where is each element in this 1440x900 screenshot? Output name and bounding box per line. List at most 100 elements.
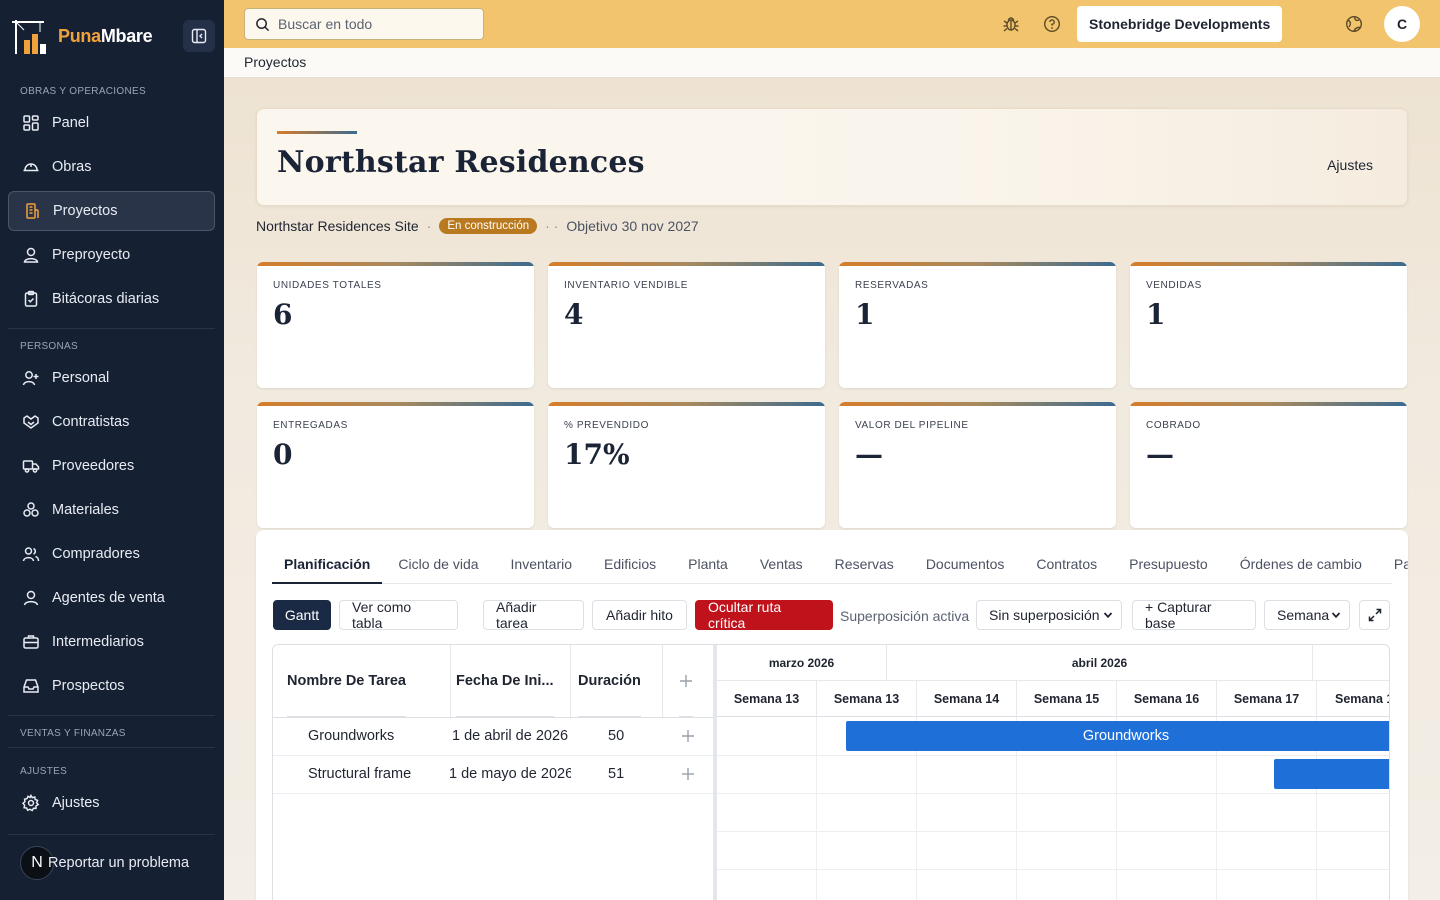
project-settings-link[interactable]: Ajustes	[1327, 157, 1373, 173]
sidebar-item-contratistas[interactable]: Contratistas	[8, 402, 215, 442]
sidebar-item-personal[interactable]: Personal	[8, 358, 215, 398]
tab-ordenes-de-cambio[interactable]: Órdenes de cambio	[1224, 552, 1378, 584]
plus-icon	[680, 674, 692, 687]
scale-select[interactable]: Semana	[1264, 600, 1350, 630]
collapse-sidebar-button[interactable]	[183, 20, 215, 52]
topbar: Buscar en todo Stonebridge Developments …	[224, 0, 1440, 48]
sidebar-item-preproyecto[interactable]: Preproyecto	[8, 235, 215, 275]
tab-inventario[interactable]: Inventario	[495, 552, 588, 584]
sidebar-item-ajustes[interactable]: Ajustes	[8, 783, 215, 823]
timeline-week: Semana 16	[1117, 681, 1217, 717]
brand-name-part1: Puna	[58, 25, 101, 46]
tab-ciclo-de-vida[interactable]: Ciclo de vida	[382, 552, 494, 584]
sidebar-item-proyectos[interactable]: Proyectos	[8, 191, 215, 231]
stat-value: 1	[1146, 298, 1166, 331]
sidebar-item-panel[interactable]: Panel	[8, 103, 215, 143]
sidebar-collapse-icon	[191, 28, 207, 44]
tab-reservas[interactable]: Reservas	[819, 552, 910, 584]
sidebar-item-label: Ajustes	[52, 795, 100, 811]
table-row[interactable]: Structural frame 1 de mayo de 2026 51	[273, 756, 713, 794]
sidebar-item-label: Proyectos	[53, 203, 118, 219]
sidebar-item-label: Proveedores	[52, 458, 135, 474]
add-column-button[interactable]	[679, 645, 693, 717]
gantt-view-button[interactable]: Gantt	[273, 600, 331, 630]
page-title: Northstar Residences	[277, 145, 645, 180]
add-milestone-button[interactable]: Añadir hito	[592, 600, 687, 630]
capture-baseline-button[interactable]: + Capturar base	[1132, 599, 1256, 631]
global-search[interactable]: Buscar en todo	[244, 8, 484, 40]
tab-ventas[interactable]: Ventas	[744, 552, 819, 584]
tab-contratos[interactable]: Contratos	[1020, 552, 1113, 584]
timeline-week: Semana 13	[717, 681, 817, 717]
tab-edificios[interactable]: Edificios	[588, 552, 672, 584]
brand-logo[interactable]: PunaMbare	[10, 16, 153, 56]
stat-label: ENTREGADAS	[273, 420, 348, 431]
task-bar-structural-frame[interactable]	[1274, 759, 1389, 789]
add-task-button[interactable]: Añadir tarea	[483, 599, 584, 631]
scale-select-value: Semana	[1277, 607, 1330, 623]
add-subtask-button[interactable]	[681, 729, 695, 747]
tab-documentos[interactable]: Documentos	[910, 552, 1021, 584]
company-switcher-button[interactable]: Stonebridge Developments	[1077, 6, 1283, 42]
breadcrumb-bar: Proyectos	[224, 48, 1440, 78]
sidebar-item-compradores[interactable]: Compradores	[8, 534, 215, 574]
stat-card-accent	[1130, 262, 1407, 266]
tab-presupuesto[interactable]: Presupuesto	[1113, 552, 1224, 584]
column-header-start-date[interactable]: Fecha De Ini...	[456, 645, 554, 717]
fullscreen-button[interactable]	[1359, 600, 1390, 630]
stat-card-pipeline-value: VALOR DEL PIPELINE —	[839, 402, 1116, 528]
column-divider	[450, 645, 451, 717]
theme-toggle-button[interactable]	[1344, 14, 1364, 34]
task-start: 1 de mayo de 2026	[449, 766, 571, 782]
sidebar-item-materiales[interactable]: Materiales	[8, 490, 215, 530]
report-problem-label: Reportar un problema	[48, 855, 190, 871]
project-header-card: Northstar Residences Ajustes	[256, 108, 1408, 206]
grid-line	[816, 717, 817, 900]
add-subtask-button[interactable]	[681, 767, 695, 785]
column-header-duration[interactable]: Duración	[578, 645, 641, 717]
sidebar-item-agentes[interactable]: Agentes de venta	[8, 578, 215, 618]
task-duration: 50	[608, 728, 625, 744]
user-avatar-button[interactable]: C	[1384, 6, 1420, 42]
sidebar-item-prospectos[interactable]: Prospectos	[8, 666, 215, 706]
tab-pa[interactable]: Pa	[1378, 552, 1408, 584]
task-name: Structural frame	[308, 766, 412, 782]
hide-critical-path-button[interactable]: Ocultar ruta crítica	[695, 599, 833, 631]
stat-value: 17%	[564, 438, 630, 471]
brand-name: PunaMbare	[58, 25, 153, 47]
help-button[interactable]	[1042, 14, 1062, 34]
project-meta-row: Northstar Residences Site · En construcc…	[256, 218, 699, 234]
plus-icon	[682, 730, 694, 742]
overlay-select-value: Sin superposición	[989, 607, 1100, 623]
gantt-chart: Nombre De Tarea Fecha De Ini... Duración…	[272, 644, 1390, 900]
overlay-select[interactable]: Sin superposición	[976, 600, 1122, 630]
sidebar-item-intermediarios[interactable]: Intermediarios	[8, 622, 215, 662]
task-bar-groundworks[interactable]: Groundworks	[846, 721, 1389, 751]
table-view-button[interactable]: Ver como tabla	[339, 599, 458, 631]
bug-report-button[interactable]	[1001, 14, 1021, 34]
building-icon	[26, 203, 39, 219]
tab-planta[interactable]: Planta	[672, 552, 744, 584]
section-label-ventas[interactable]: VENTAS Y FINANZAS	[20, 728, 126, 739]
user-icon	[23, 590, 39, 606]
breadcrumb[interactable]: Proyectos	[244, 54, 306, 70]
column-header-task-name[interactable]: Nombre De Tarea	[287, 645, 406, 717]
plus-icon	[682, 768, 694, 780]
stat-value: —	[1146, 438, 1174, 471]
user-pin-icon	[23, 247, 39, 263]
boxes-icon	[23, 502, 39, 517]
sidebar-item-obras[interactable]: Obras	[8, 147, 215, 187]
sidebar-item-proveedores[interactable]: Proveedores	[8, 446, 215, 486]
project-site[interactable]: Northstar Residences Site	[256, 218, 419, 234]
sidebar-item-label: Materiales	[52, 502, 119, 518]
dashboard-icon	[23, 115, 39, 131]
chevron-down-icon	[1331, 612, 1341, 619]
stat-value: 4	[564, 298, 584, 331]
table-row[interactable]: Groundworks 1 de abril de 2026 50	[273, 718, 713, 756]
report-problem-button[interactable]: N Reportar un problema	[20, 846, 189, 880]
tab-planificacion[interactable]: Planificación	[272, 552, 383, 584]
sidebar: PunaMbare OBRAS Y OPERACIONES Panel Obra…	[0, 0, 224, 900]
project-tabs: Planificación Ciclo de vida Inventario E…	[272, 552, 1408, 584]
search-placeholder: Buscar en todo	[278, 16, 373, 32]
sidebar-item-bitacoras[interactable]: Bitácoras diarias	[8, 279, 215, 319]
